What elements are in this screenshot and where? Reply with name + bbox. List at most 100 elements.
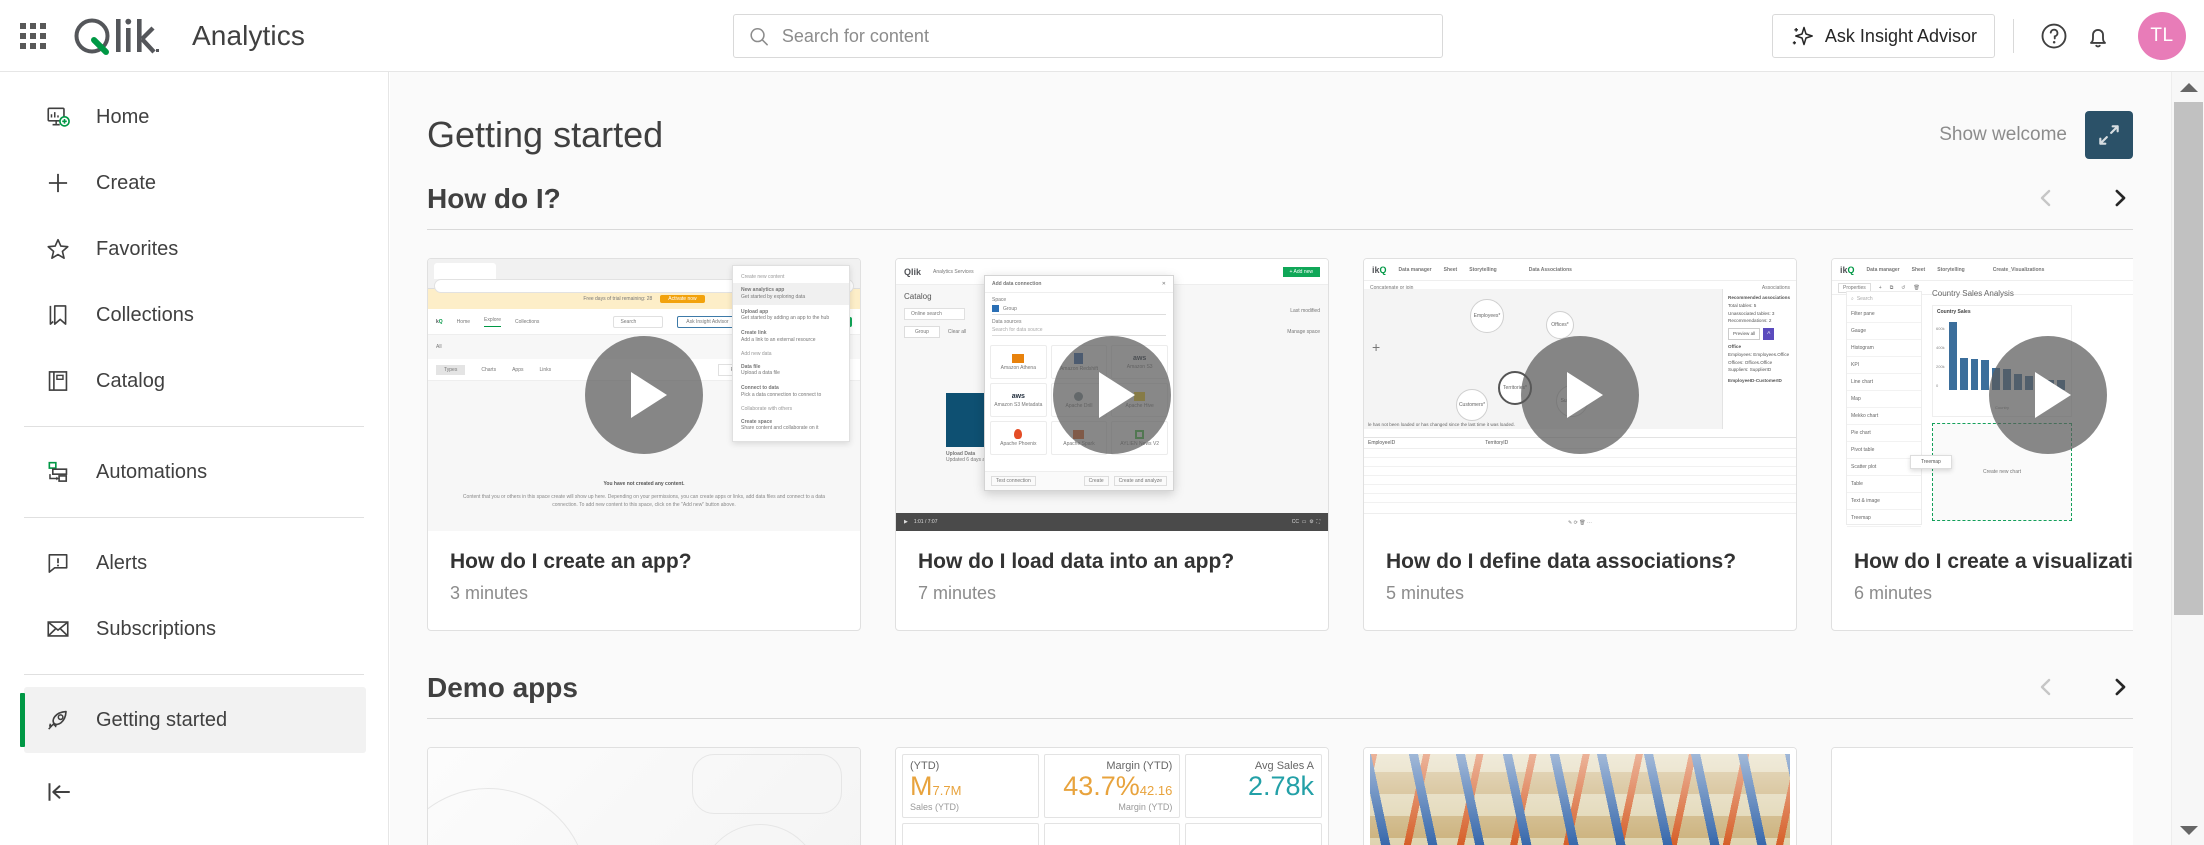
chevron-right-icon — [2115, 678, 2126, 696]
video-thumbnail[interactable]: ikQ Data manager Sheet Storytelling Data… — [1364, 259, 1796, 531]
sidebar-item-catalog[interactable]: Catalog — [24, 348, 366, 414]
mock-panel-group: Office — [1728, 343, 1742, 349]
mock-y-tick: 600k — [1936, 326, 1945, 331]
video-card[interactable]: ikQ Data manager Sheet Storytelling Data… — [1363, 258, 1797, 632]
ask-insight-advisor-button[interactable]: Ask Insight Advisor — [1771, 14, 1995, 58]
mock-menu-sub: Get started by exploring data — [741, 293, 806, 300]
mock-tab: Apps — [512, 366, 524, 373]
mock-chart-list: ⌕ Search Filter pane Gauge Histogram KPI… — [1846, 291, 1922, 527]
section-title: Demo apps — [427, 672, 578, 704]
kpi-sales: (YTD) M7.7M Sales (YTD) — [902, 754, 1039, 818]
avatar[interactable]: TL — [2138, 12, 2186, 60]
sidebar-item-label: Alerts — [96, 551, 148, 574]
collapse-left-icon[interactable] — [42, 775, 76, 809]
demo-app-card[interactable] — [427, 747, 861, 845]
mock-panel-stat: Unassociated tables: 3 — [1728, 310, 1775, 316]
video-thumbnail[interactable]: Qlik Analytics Services + Add new Catalo… — [896, 259, 1328, 531]
mock-doc-title: Data Associations — [1528, 266, 1572, 273]
video-thumbnail[interactable]: ikQ Data manager Sheet Storytelling Crea… — [1832, 259, 2133, 531]
grid-apps-icon[interactable] — [18, 21, 48, 51]
mock-menu-item: Data manager — [1866, 266, 1900, 273]
notifications-button[interactable] — [2076, 14, 2120, 58]
kpi-value: 43.7%42.16 — [1063, 771, 1173, 802]
warehouse-photo — [1370, 754, 1790, 845]
play-icon[interactable] — [1521, 336, 1639, 454]
mock-chart-type: Treemap — [1851, 515, 1871, 521]
mock-clear-all: Clear all — [947, 329, 967, 335]
sidebar-item-favorites[interactable]: Favorites — [24, 216, 366, 282]
play-icon[interactable] — [1989, 336, 2107, 454]
carousel-next-button[interactable] — [2107, 672, 2133, 702]
carousel-prev-button[interactable] — [2033, 672, 2059, 702]
scroll-up-arrow[interactable] — [2172, 72, 2204, 102]
carousel-next-button[interactable] — [2107, 183, 2133, 213]
play-icon[interactable] — [1053, 336, 1171, 454]
mock-panel-row: Suppliers: SupplierID — [1728, 367, 1772, 373]
alert-bubble-icon — [44, 549, 72, 577]
sidebar-item-collections[interactable]: Collections — [24, 282, 366, 348]
mock-menu-item: New analytics app — [741, 287, 785, 293]
mock-bubble: Offices* — [1546, 311, 1574, 339]
sidebar-item-label: Home — [96, 105, 150, 128]
demo-app-card[interactable] — [1363, 747, 1797, 845]
sidebar-item-getting-started[interactable]: Getting started — [20, 687, 366, 753]
demo-app-thumbnail[interactable]: (YTD) M7.7M Sales (YTD) Margin (YTD) 43.… — [896, 748, 1328, 845]
mock-y-tick: 0 — [1936, 383, 1939, 388]
video-card[interactable]: Qlik Analytics Services + Add new Catalo… — [895, 258, 1329, 632]
sidebar-item-create[interactable]: Create — [24, 150, 366, 216]
video-card-body: How do I create a visualization? 6 minut… — [1832, 531, 2133, 630]
demo-app-card[interactable]: (YTD) M7.7M Sales (YTD) Margin (YTD) 43.… — [895, 747, 1329, 845]
mock-menu-item: Storytelling — [1937, 266, 1965, 273]
video-thumbnail[interactable]: Free days of trial remaining: 28 Activat… — [428, 259, 860, 531]
play-icon[interactable] — [585, 336, 703, 454]
mock-dialog-button: Test connection — [991, 476, 1036, 486]
demo-app-thumbnail[interactable] — [428, 748, 860, 845]
mock-y-tick: 200k — [1936, 364, 1945, 369]
demo-thumb-kpis: (YTD) M7.7M Sales (YTD) Margin (YTD) 43.… — [896, 748, 1328, 845]
video-card-title: How do I load data into an app? — [918, 550, 1235, 573]
mock-menu-item: Connect to data — [741, 385, 779, 391]
sidebar-item-label: Catalog — [96, 369, 165, 392]
mock-menu-item: Data file — [741, 363, 761, 370]
mock-source: Amazon S3 Metadata — [994, 401, 1043, 408]
video-card[interactable]: ikQ Data manager Sheet Storytelling Crea… — [1831, 258, 2133, 632]
mock-menu-item: Create link — [741, 330, 767, 336]
video-card[interactable]: Free days of trial remaining: 28 Activat… — [427, 258, 861, 632]
mock-panel-button: Preview all — [1728, 328, 1761, 340]
mock-tab: Links — [539, 366, 552, 373]
show-welcome-button[interactable] — [2085, 111, 2133, 159]
demo-app-card[interactable] — [1831, 747, 2133, 845]
sidebar-item-alerts[interactable]: Alerts — [24, 530, 366, 596]
automation-flow-icon — [44, 458, 72, 486]
mock-menu-item: Data manager — [1398, 266, 1432, 273]
sidebar-item-automations[interactable]: Automations — [24, 439, 366, 505]
search-bar[interactable] — [733, 14, 1443, 58]
mock-menu-item: Create space — [741, 418, 773, 425]
sidebar-item-home[interactable]: Home — [24, 84, 366, 150]
scroll-thumb[interactable] — [2174, 102, 2203, 615]
brand[interactable]: Analytics — [70, 14, 305, 58]
kpi-margin: Margin (YTD) 43.7%42.16 Margin (YTD) — [1043, 754, 1181, 818]
rocket-icon — [44, 706, 72, 734]
help-button[interactable] — [2032, 14, 2076, 58]
mock-menu-item: Storytelling — [1469, 266, 1497, 273]
video-card-title: How do I define data associations? — [1386, 550, 1737, 573]
show-welcome-label: Show welcome — [1939, 124, 2067, 145]
search-input[interactable] — [781, 25, 1428, 47]
sidebar-item-label: Create — [96, 171, 157, 194]
mock-space-value: Group — [1003, 305, 1017, 312]
video-card-title: How do I create a visualization? — [1854, 550, 2133, 573]
mock-menu-group: Add new data — [741, 350, 772, 357]
mock-chart-type: Table — [1851, 481, 1863, 487]
mock-dialog-button: Create — [1083, 476, 1109, 486]
video-card-body: How do I define data associations? 5 min… — [1364, 531, 1796, 630]
carousel-prev-button[interactable] — [2033, 183, 2059, 213]
scroll-down-arrow[interactable] — [2172, 815, 2204, 845]
mock-menu-item: Upload app — [741, 308, 769, 315]
vertical-scrollbar[interactable] — [2171, 72, 2204, 845]
header-actions: Ask Insight Advisor TL — [1771, 0, 2186, 72]
demo-app-thumbnail[interactable] — [1832, 748, 2133, 845]
demo-thumb-blank — [1832, 748, 2133, 845]
demo-app-thumbnail[interactable] — [1364, 748, 1796, 845]
sidebar-item-subscriptions[interactable]: Subscriptions — [24, 596, 366, 662]
